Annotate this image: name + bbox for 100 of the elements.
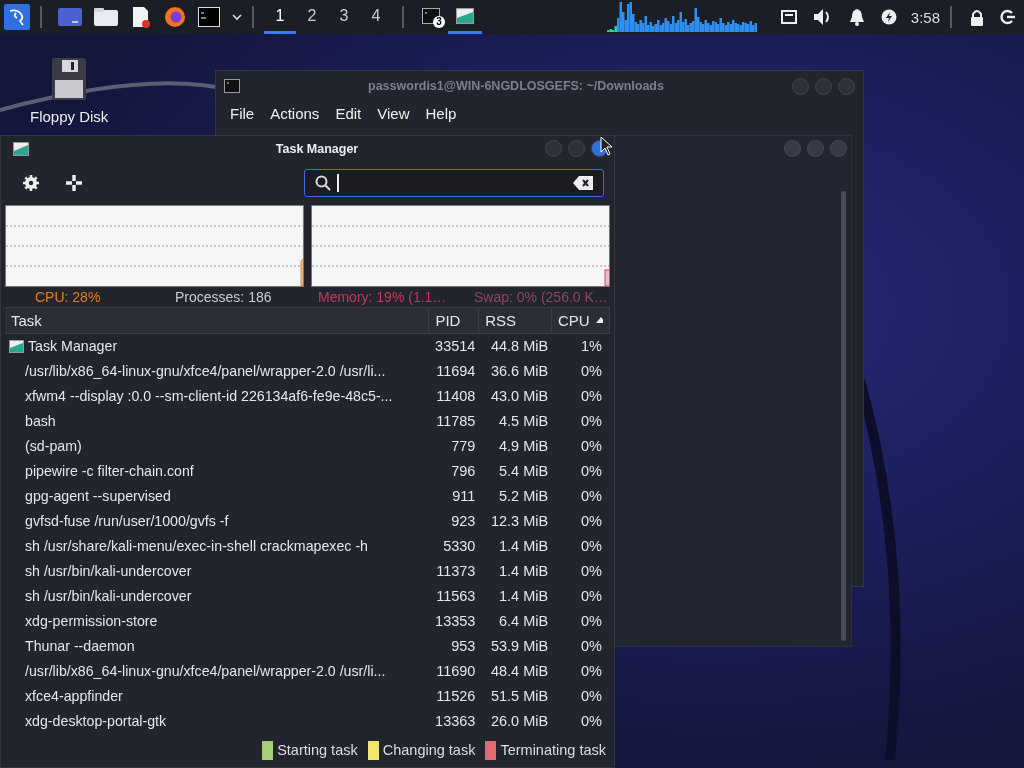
clear-icon[interactable] [573,176,593,191]
clock[interactable]: 3:58 [910,8,940,26]
notification-bell-icon[interactable] [848,8,865,26]
window-count-badge: 3 [433,16,445,28]
desktop-icon[interactable] [58,8,82,26]
power-icon[interactable] [880,9,897,25]
task-name[interactable]: sh /usr/bin/kali-undercover [9,563,192,580]
search-icon [315,175,331,192]
rss-cell: 1.4 MiB [499,588,549,605]
task-name[interactable]: xdg-permission-store [9,613,158,630]
legend-label: Changing task [382,742,476,759]
network-icon[interactable] [780,10,797,24]
task-name[interactable]: /usr/lib/x86_64-linux-gnu/xfce4/panel/wrapper-2.0 /usr/li... [9,663,386,680]
sort-ascending-icon [595,317,603,324]
task-name[interactable]: sh /usr/bin/kali-undercover [9,588,192,605]
task-name[interactable]: /usr/lib/x86_64-linux-gnu/xfce4/panel/wrapper-2.0 /usr/li... [9,363,386,380]
terminal-icon [422,7,440,24]
cpu-cell: 0% [581,588,602,605]
terminal-task-button[interactable]: 3 [414,0,448,34]
rss-cell: 53.9 MiB [490,638,549,655]
pid-cell: 11785 [436,413,476,430]
task-name[interactable]: xdg-desktop-portal-gtk [9,713,167,730]
workspace-tab[interactable]: 1 [264,0,296,34]
rss-cell: 4.9 MiB [499,438,549,455]
pid-cell: 779 [451,438,476,455]
rss-cell: 26.0 MiB [490,713,549,730]
crosshair-icon[interactable] [65,174,83,193]
chart-app-icon [9,339,24,353]
cpu-cell: 0% [581,563,602,580]
folder-icon[interactable] [94,8,118,26]
task-name[interactable]: pipewire -c filter-chain.conf [9,463,194,480]
column-header[interactable]: RSS [479,307,552,333]
rss-cell: 12.3 MiB [490,513,549,530]
caret-icon[interactable] [232,13,242,21]
pid-cell: 13353 [435,613,476,630]
rss-cell: 6.4 MiB [499,613,549,630]
task-name[interactable]: xfce4-appfinder [9,688,123,705]
workspace-tab[interactable]: 4 [360,0,392,34]
pid-cell: 11563 [436,588,476,605]
cpu-cell: 0% [581,413,602,430]
workspace-tab[interactable]: 2 [296,0,328,34]
column-header[interactable]: CPU [552,307,610,333]
browser-icon[interactable] [164,6,186,28]
text-cursor [337,174,339,193]
cpu-cell: 0% [581,438,602,455]
task-name[interactable]: Task Manager [28,338,118,355]
menu-item[interactable]: Actions [270,105,320,122]
pid-cell: 33514 [435,338,476,355]
settings-icon[interactable] [23,175,39,192]
cpu-cell: 0% [581,663,602,680]
desktop-icon-label[interactable]: Floppy Disk [30,108,109,125]
task-name[interactable]: gvfsd-fuse /run/user/1000/gvfs -f [9,513,229,530]
cpu-cell: 0% [581,688,602,705]
pid-cell: 11408 [436,388,476,405]
task-name[interactable]: bash [9,413,56,430]
window-title: passwordis1@WIN-6NGDLOSGEFS: ~/Downloads [367,79,665,93]
search-field[interactable] [304,169,604,198]
text-editor-icon[interactable] [130,6,152,28]
pid-cell: 11373 [436,563,476,580]
legend-label: Terminating task [500,742,606,759]
rss-cell: 44.8 MiB [490,338,549,355]
terminal-icon[interactable] [198,7,220,27]
column-header[interactable]: PID [429,307,480,333]
cpu-cell: 0% [581,538,602,555]
pid-cell: 11690 [436,663,476,680]
task-name[interactable]: gpg-agent --supervised [9,488,171,505]
rss-cell: 5.2 MiB [499,488,549,505]
cpu-cell: 0% [581,488,602,505]
menu-item[interactable]: View [377,105,410,122]
pid-cell: 953 [451,638,476,655]
menu-item[interactable]: Help [425,105,457,122]
menu-item[interactable]: Edit [335,105,362,122]
rss-cell: 51.5 MiB [490,688,549,705]
pid-cell: 11694 [436,363,476,380]
chart-app-icon [456,7,474,24]
cpu-cell: 0% [581,638,602,655]
menu-item[interactable]: File [230,105,255,122]
task-name[interactable]: (sd-pam) [9,438,82,455]
lock-icon[interactable] [970,8,984,26]
swap-usage-label: Swap: 0% (256.0 K… [474,288,608,305]
pid-cell: 923 [451,513,476,530]
scrollbar[interactable] [841,191,846,641]
memory-usage-label: Memory: 19% (1.1… [318,288,448,305]
cpu-cell: 0% [581,713,602,730]
rss-cell: 36.6 MiB [490,363,549,380]
rss-cell: 48.4 MiB [490,663,549,680]
cpu-cell: 0% [581,513,602,530]
logout-icon[interactable] [1000,9,1016,25]
workspace-tab[interactable]: 3 [328,0,360,34]
cpu-cell: 0% [581,388,602,405]
task-name[interactable]: sh /usr/share/kali-menu/exec-in-shell crackmapexec -h [9,538,368,555]
pid-cell: 5330 [443,538,476,555]
chart-app-icon [13,141,29,156]
pid-cell: 796 [451,463,476,480]
cpu-usage-label: CPU: 28% [35,288,102,305]
task-name[interactable]: xfwm4 --display :0.0 --sm-client-id 226134af6-fe9e-48c5-... [9,388,393,405]
cpu-cell: 0% [581,363,602,380]
rss-cell: 4.5 MiB [499,413,549,430]
column-header[interactable]: Task [5,307,430,333]
task-name[interactable]: Thunar --daemon [9,638,135,655]
